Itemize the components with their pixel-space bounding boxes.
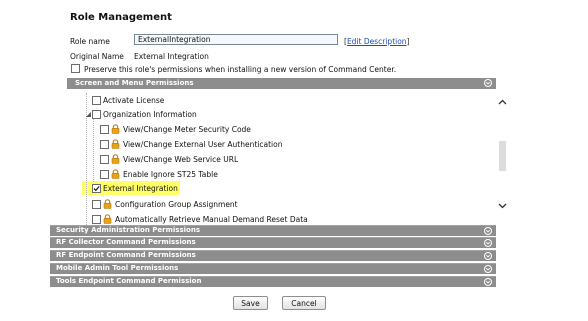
- expand-circle-icon[interactable]: [484, 265, 492, 273]
- preserve-permissions-label: Preserve this role's permissions when in…: [84, 65, 397, 74]
- section-tools-endpoint[interactable]: Tools Endpoint Command Permission: [50, 276, 496, 287]
- section-title: Security Administration Permissions: [56, 226, 201, 234]
- lock-icon: [111, 139, 120, 151]
- edit-link-close-bracket: ]: [406, 37, 410, 46]
- section-mobile-admin-tool[interactable]: Mobile Admin Tool Permissions: [50, 263, 496, 274]
- scroll-up-icon[interactable]: [498, 98, 507, 107]
- expand-circle-icon[interactable]: [484, 227, 492, 235]
- original-name-label: Original Name: [70, 52, 124, 61]
- section-rf-endpoint[interactable]: RF Endpoint Command Permissions: [50, 250, 496, 261]
- permission-checkbox[interactable]: [100, 155, 109, 164]
- permission-checkbox[interactable]: [100, 140, 109, 149]
- permission-checkbox[interactable]: [100, 125, 109, 134]
- permissions-scrollbar[interactable]: [496, 89, 509, 224]
- permission-label: Organization Information: [103, 110, 197, 119]
- role-name-label: Role name: [70, 37, 110, 46]
- section-title: Tools Endpoint Command Permission: [56, 277, 202, 285]
- checkmark-icon: [93, 186, 100, 192]
- permission-checkbox[interactable]: [100, 170, 109, 179]
- lock-icon: [111, 169, 120, 181]
- lock-icon: [111, 154, 120, 166]
- permission-checkbox[interactable]: [92, 96, 101, 105]
- section-rf-collector[interactable]: RF Collector Command Permissions: [50, 237, 496, 248]
- scroll-thumb[interactable]: [499, 141, 506, 171]
- lock-icon: [103, 199, 112, 211]
- permission-label: Automatically Retrieve Manual Demand Res…: [115, 215, 308, 224]
- original-name-value: External Integration: [134, 52, 209, 61]
- permission-label: View/Change External User Authentication: [123, 140, 283, 149]
- role-name-input[interactable]: [134, 34, 338, 45]
- screen-menu-permissions-header[interactable]: Screen and Menu Permissions: [67, 78, 496, 89]
- expand-circle-icon[interactable]: [484, 252, 492, 260]
- tree-connector: [93, 118, 94, 182]
- section-security-administration[interactable]: Security Administration Permissions: [50, 225, 496, 236]
- section-title: RF Collector Command Permissions: [56, 238, 196, 246]
- permission-label: View/Change Web Service URL: [123, 155, 239, 164]
- permission-checkbox[interactable]: [92, 215, 101, 224]
- collapse-circle-icon[interactable]: [484, 79, 492, 87]
- permission-checkbox[interactable]: [92, 110, 101, 119]
- preserve-permissions-checkbox[interactable]: [71, 64, 80, 73]
- page-title: Role Management: [70, 12, 172, 23]
- permission-label: Activate License: [103, 96, 165, 105]
- scroll-down-icon[interactable]: [498, 202, 507, 211]
- edit-description: [Edit Description]: [344, 37, 410, 46]
- permission-label: Enable Ignore ST25 Table: [123, 170, 218, 179]
- expand-circle-icon[interactable]: [484, 239, 492, 247]
- permission-label: External Integration: [103, 184, 178, 193]
- edit-description-link[interactable]: Edit Description: [347, 37, 407, 46]
- expand-arrow-icon[interactable]: [86, 110, 91, 119]
- cancel-button[interactable]: Cancel: [282, 296, 326, 310]
- lock-icon: [111, 124, 120, 136]
- save-button[interactable]: Save: [233, 296, 268, 310]
- section-title: RF Endpoint Command Permissions: [56, 251, 196, 259]
- section-title: Mobile Admin Tool Permissions: [56, 264, 179, 272]
- expand-circle-icon[interactable]: [484, 278, 492, 286]
- permission-label: View/Change Meter Security Code: [123, 125, 251, 134]
- permission-label: Configuration Group Assignment: [115, 200, 238, 209]
- permission-checkbox[interactable]: [92, 200, 101, 209]
- permission-checkbox[interactable]: [92, 184, 101, 193]
- screen-menu-permissions-title: Screen and Menu Permissions: [75, 79, 194, 87]
